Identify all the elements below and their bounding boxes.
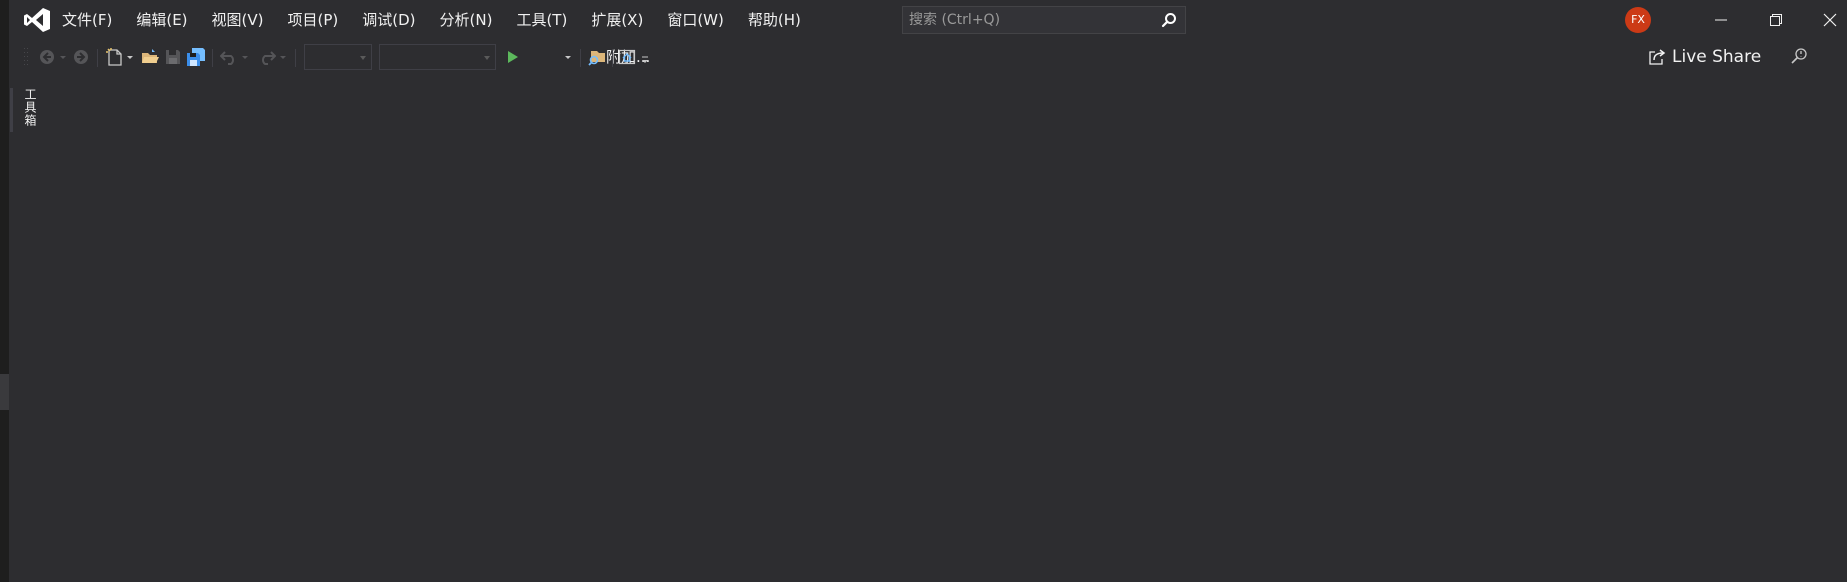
redo-dropdown-icon[interactable]	[279, 47, 287, 67]
back-icon[interactable]	[38, 47, 56, 67]
feedback-icon[interactable]	[1789, 46, 1809, 66]
live-share-button[interactable]: Live Share	[1648, 44, 1761, 70]
vs-logo-icon	[24, 8, 50, 32]
menu-extensions[interactable]: 扩展(X)	[582, 0, 652, 40]
close-button[interactable]	[1803, 0, 1847, 40]
chevron-down-icon	[484, 56, 490, 60]
menu-edit[interactable]: 编辑(E)	[127, 0, 196, 40]
new-dropdown-icon[interactable]	[126, 47, 134, 67]
menu-bar: 文件(F) 编辑(E) 视图(V) 项目(P) 调试(D) 分析(N) 工具(T…	[53, 0, 816, 40]
play-icon[interactable]	[506, 47, 520, 67]
open-folder-icon[interactable]	[140, 47, 160, 67]
redo-icon[interactable]	[258, 47, 276, 67]
home-icon[interactable]	[618, 47, 636, 67]
new-project-icon[interactable]	[105, 47, 125, 67]
chevron-down-icon	[360, 56, 366, 60]
solution-platform-combo[interactable]	[379, 44, 496, 70]
standard-toolbar: 附加... Live Share	[9, 40, 1847, 74]
toolbox-tab-label: 工具箱	[23, 88, 37, 127]
menu-window[interactable]: 窗口(W)	[658, 0, 733, 40]
toolbar-separator	[580, 49, 581, 67]
solution-configuration-combo[interactable]	[304, 44, 372, 70]
live-share-label: Live Share	[1672, 47, 1762, 67]
toolbar-separator	[295, 49, 296, 67]
save-all-icon[interactable]	[186, 47, 206, 67]
search-input[interactable]	[903, 7, 1143, 33]
toolbar-grip[interactable]	[23, 47, 29, 67]
toolbar-separator	[612, 49, 613, 67]
menu-help[interactable]: 帮助(H)	[739, 0, 810, 40]
toolbar-overflow-icon[interactable]	[640, 47, 650, 67]
search-box	[902, 6, 1186, 34]
menu-project[interactable]: 项目(P)	[279, 0, 348, 40]
menu-file[interactable]: 文件(F)	[53, 0, 121, 40]
menu-tools[interactable]: 工具(T)	[507, 0, 576, 40]
close-icon	[1823, 13, 1837, 27]
left-edge-strip	[0, 0, 9, 582]
restore-button[interactable]	[1749, 0, 1803, 40]
menu-analyze[interactable]: 分析(N)	[431, 0, 502, 40]
save-icon[interactable]	[164, 47, 182, 67]
title-bar: 文件(F) 编辑(E) 视图(V) 项目(P) 调试(D) 分析(N) 工具(T…	[9, 0, 1847, 40]
minimize-button[interactable]	[1694, 0, 1748, 40]
minimize-icon	[1715, 19, 1727, 21]
account-avatar[interactable]: FX	[1625, 7, 1651, 33]
search-icon[interactable]	[1161, 12, 1177, 28]
undo-dropdown-icon[interactable]	[241, 47, 249, 67]
restore-icon	[1770, 14, 1782, 26]
toolbar-separator	[97, 49, 98, 67]
forward-icon[interactable]	[72, 47, 90, 67]
live-share-icon	[1649, 49, 1666, 65]
left-edge-marker	[0, 374, 9, 410]
solution-explorer-icon[interactable]	[587, 47, 607, 67]
undo-icon[interactable]	[220, 47, 238, 67]
toolbox-tab-indicator	[10, 88, 13, 132]
toolbar-separator	[212, 49, 213, 67]
toolbox-tab[interactable]: 工具箱	[10, 88, 40, 136]
attach-dropdown-icon[interactable]	[564, 47, 572, 67]
menu-debug[interactable]: 调试(D)	[353, 0, 424, 40]
back-dropdown-icon[interactable]	[59, 47, 67, 67]
menu-view[interactable]: 视图(V)	[203, 0, 273, 40]
